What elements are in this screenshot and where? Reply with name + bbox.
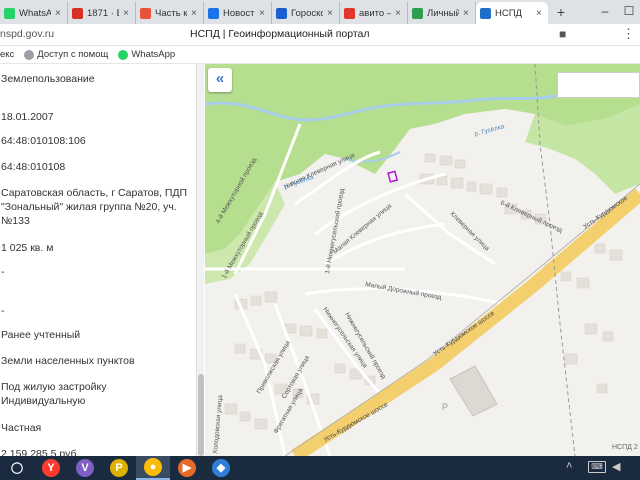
parking-label: Р [442,402,448,412]
tab-3[interactable]: Новость × [204,2,272,24]
taskbar-pubg[interactable]: P [102,456,136,480]
taskbar-viber[interactable]: V [68,456,102,480]
browser-tab-bar: WhatsApp×1871 · Вход×Часть кур×Новость×Г… [0,0,640,24]
yandex-icon [344,7,355,19]
map-view[interactable]: 4-й Межхуторной проезд 1-й Межхуторный п… [205,64,640,456]
info-value-category: Земли населенных пунктов [1,355,135,367]
news-icon [208,7,219,19]
media-player-icon: ▶ [178,459,196,477]
taskbar-chrome[interactable]: ● [136,456,170,480]
pubg-icon: P [110,459,128,477]
tab-6[interactable]: Личный ка × [408,2,476,24]
info-value-address: Саратовская область, г Саратов, ПДП "Зон… [1,187,188,227]
tab-label: авито — Я [359,7,391,19]
close-icon[interactable]: × [55,8,63,19]
leaf-icon [412,7,423,19]
start-icon: ◯ [10,462,24,474]
browser-menu-icon[interactable]: ⋮ [622,26,635,42]
tab-2[interactable]: Часть кур × [136,2,204,24]
taskbar-vpn[interactable]: ◆ [204,456,238,480]
bookmark-label: Доступ с помощ [37,49,109,60]
address-bar: nspd.gov.ru НСПД | Геоинформационный пор… [0,24,640,46]
info-value-dash-1: - [1,266,5,278]
tab-label: Часть кур [155,7,187,19]
info-value-date: 18.01.2007 [1,111,54,123]
info-value-area: 1 025 кв. м [1,242,54,254]
tab-4[interactable]: Гороскоп × [272,2,340,24]
bookmark-2[interactable]: WhatsApp [118,49,175,60]
tab-0[interactable]: WhatsApp × [0,2,68,24]
whatsapp-icon [118,49,129,60]
tab-5[interactable]: авито — Я × [340,2,408,24]
info-value-cadastral-cost: 2 159 285.5 руб. [1,448,80,456]
tray-chevron-icon[interactable]: ˄ [566,460,572,472]
info-value-permitted-use: Под жилую застройку Индивидуальную [1,381,107,407]
close-icon[interactable]: × [327,8,335,19]
close-icon[interactable]: × [536,8,544,19]
scrollbar-thumb[interactable] [198,374,204,456]
maximize-button[interactable]: ☐ [620,3,638,19]
parcel-info-panel: Землепользование 18.01.2007 64:48:010108… [0,64,196,456]
new-tab-button[interactable]: + [552,4,570,22]
close-icon[interactable]: × [259,8,267,19]
viber-icon: V [76,459,94,477]
bookmark-label: екс [0,49,15,60]
info-value-use: Землепользование [1,73,95,85]
tab-label: 1871 · Вход [87,7,119,19]
pinwheel-icon [140,7,151,19]
taskbar-start[interactable]: ◯ [0,456,34,480]
tab-label: WhatsApp [19,7,51,19]
keyboard-icon[interactable]: ⌨ [588,461,606,473]
tab-7[interactable]: НСПД × [476,2,548,24]
close-icon[interactable]: × [395,8,403,19]
info-panel-scrollbar[interactable] [196,64,204,456]
chrome-icon: ● [144,458,162,476]
taskbar-media-player[interactable]: ▶ [170,456,204,480]
tab-label: Личный ка [427,7,459,19]
bookmark-label: WhatsApp [131,49,176,60]
yandex-browser-icon: Y [42,459,60,477]
close-icon[interactable]: × [463,8,471,19]
whatsapp-icon [4,7,15,19]
mail-icon [72,7,83,19]
map-canvas[interactable]: 4-й Межхуторной проезд 1-й Межхуторный п… [205,64,640,456]
info-value-dash-2: - [1,305,5,317]
globe-icon [24,49,35,60]
bookmarks-bar: екс Доступ с помощ WhatsApp [0,46,640,64]
close-icon[interactable]: × [191,8,199,19]
tab-label: НСПД [495,7,522,19]
tab-1[interactable]: 1871 · Вход × [68,2,136,24]
bookmark-star-icon[interactable]: ■ [559,27,566,41]
info-value-ownership: Частная [1,422,42,434]
map-search-input[interactable] [557,72,640,98]
map-copyright: НСПД 2 [612,444,638,451]
bookmark-0[interactable]: екс [0,49,14,60]
nspd-icon [480,7,491,19]
tab-label: Гороскоп [291,7,323,19]
info-value-quarter: 64:48:010108 [1,161,66,173]
horoscope-icon [276,7,287,19]
url-field[interactable]: nspd.gov.ru [0,28,54,40]
volume-icon[interactable]: ◀ [612,460,620,473]
bookmark-1[interactable]: Доступ с помощ [24,49,108,60]
page-title: НСПД | Геоинформационный портал [190,28,370,40]
close-icon[interactable]: × [123,8,131,19]
tab-label: Новость [223,7,255,19]
info-value-cadastral-number: 64:48:010108:106 [1,135,86,147]
windows-taskbar: ◯ Y V P ● ▶ ◆ [0,456,640,480]
info-value-status: Ранее учтенный [1,329,81,341]
vpn-icon: ◆ [212,459,230,477]
minimize-button[interactable]: – [596,3,614,19]
collapse-panel-button[interactable]: « [208,68,232,92]
taskbar-yandex-browser[interactable]: Y [34,456,68,480]
